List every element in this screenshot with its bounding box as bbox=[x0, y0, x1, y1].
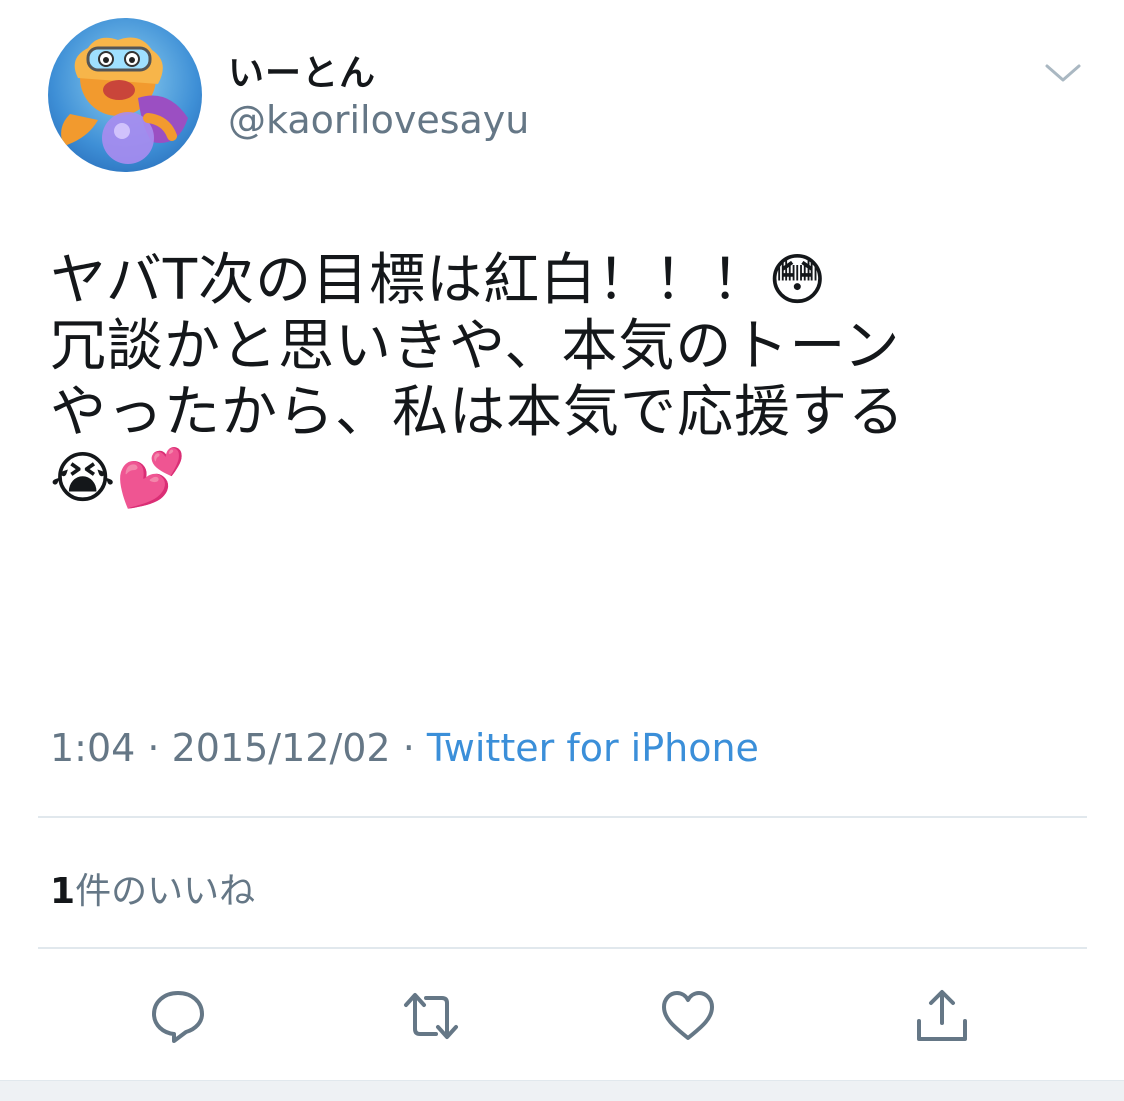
divider bbox=[38, 947, 1087, 949]
tweet-meta: 1:04 · 2015/12/02 · Twitter for iPhone bbox=[50, 726, 759, 770]
bottom-bar bbox=[0, 1080, 1124, 1101]
likes-label: 件のいいね bbox=[75, 871, 256, 912]
share-button[interactable] bbox=[912, 986, 972, 1046]
avatar-image bbox=[61, 37, 188, 164]
tweet-source-link[interactable]: Twitter for iPhone bbox=[427, 726, 759, 770]
tweet-line: 😭💕 bbox=[50, 446, 188, 511]
display-name[interactable]: いーとん bbox=[228, 44, 376, 96]
tweet-time: 1:04 bbox=[50, 726, 136, 770]
tweet-line: 冗談かと思いきや、本気のトーン bbox=[50, 314, 901, 379]
likes-count: 1 bbox=[50, 871, 76, 912]
share-icon bbox=[917, 990, 967, 1041]
likes-stat[interactable]: 1件のいいね bbox=[50, 862, 255, 914]
meta-separator: · bbox=[135, 726, 172, 770]
heart-icon bbox=[662, 991, 714, 1040]
avatar[interactable] bbox=[48, 18, 202, 172]
reply-icon bbox=[152, 991, 204, 1043]
divider bbox=[38, 816, 1087, 818]
tweet-text: ヤバT次の目標は紅白！！！😳 冗談かと思いきや、本気のトーン やったから、私は本気で… bbox=[50, 248, 1090, 512]
like-button[interactable] bbox=[658, 986, 718, 1046]
tweet-line: やったから、私は本気で応援する bbox=[50, 380, 905, 445]
retweet-icon bbox=[404, 993, 458, 1039]
user-handle[interactable]: @kaorilovesayu bbox=[228, 98, 529, 142]
tweet-date: 2015/12/02 bbox=[171, 726, 391, 770]
retweet-button[interactable] bbox=[401, 986, 461, 1046]
reply-button[interactable] bbox=[148, 986, 208, 1046]
meta-separator: · bbox=[390, 726, 427, 770]
chevron-down-icon[interactable] bbox=[1044, 58, 1082, 88]
tweet-line: ヤバT次の目標は紅白！！！😳 bbox=[50, 248, 828, 313]
